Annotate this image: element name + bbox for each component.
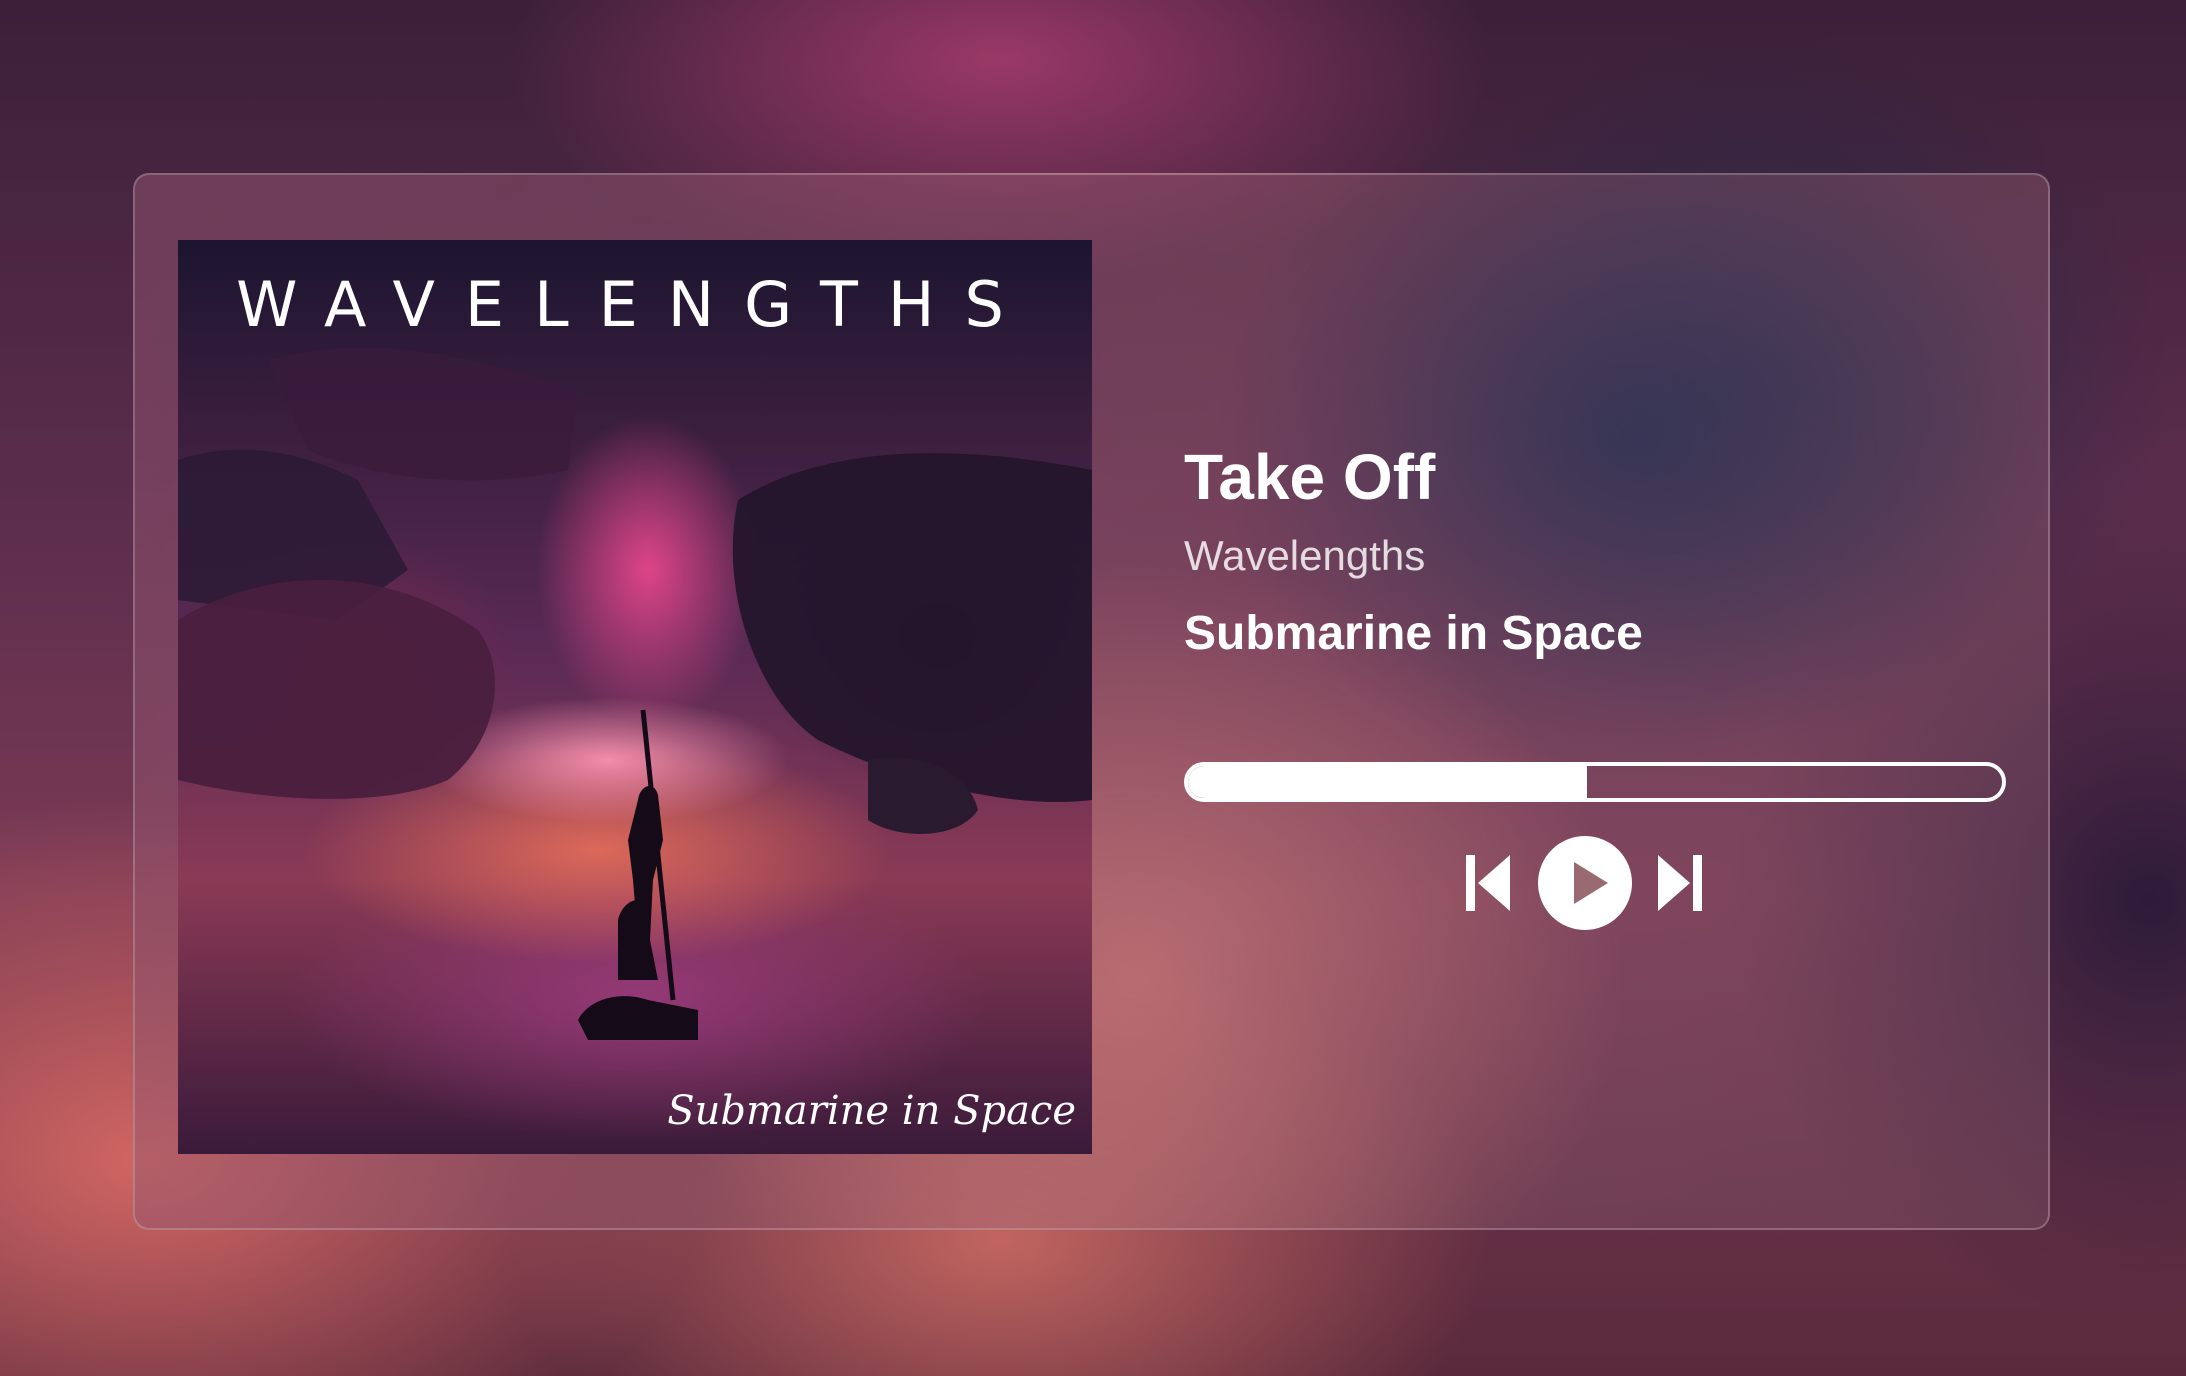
album-cover: WAVELENGTHS Submarine in Space — [178, 240, 1092, 1154]
play-icon[interactable] — [1538, 836, 1632, 930]
progress-bar[interactable] — [1184, 762, 2006, 802]
track-artist: Wavelengths — [1184, 532, 1426, 579]
next-icon[interactable] — [1658, 853, 1702, 913]
cover-album-text: Submarine in Space — [667, 1088, 1076, 1134]
cover-brand-text: WAVELENGTHS — [236, 268, 1034, 341]
track-album: Submarine in Space — [1184, 607, 1643, 660]
previous-icon[interactable] — [1466, 853, 1510, 913]
track-title: Take Off — [1184, 441, 1436, 513]
progress-fill — [1188, 766, 1587, 798]
cover-artwork — [178, 347, 1092, 1040]
playback-controls — [1466, 836, 1706, 930]
